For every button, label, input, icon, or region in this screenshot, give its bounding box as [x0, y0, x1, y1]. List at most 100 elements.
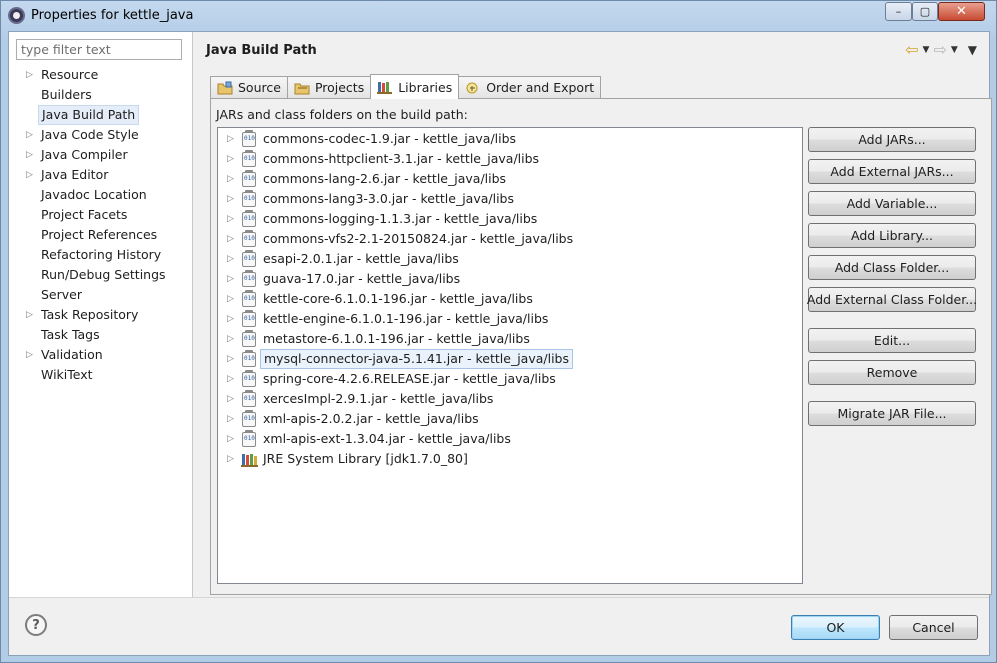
nav-tree-item[interactable]: Run/Debug Settings: [9, 265, 193, 285]
expand-arrow-icon[interactable]: ▷: [227, 349, 234, 369]
nav-tree-item[interactable]: Server: [9, 285, 193, 305]
nav-tree-item[interactable]: ▷ Resource: [9, 65, 193, 85]
title-bar[interactable]: Properties for kettle_java – ▢ ✕: [1, 1, 996, 31]
jar-icon: [242, 150, 256, 167]
expand-arrow-icon[interactable]: ▷: [26, 65, 36, 85]
tab-label: Order and Export: [486, 80, 595, 95]
view-menu-icon[interactable]: ▼: [968, 43, 977, 57]
expand-arrow-icon[interactable]: ▷: [26, 145, 36, 165]
libraries-tab-panel: JARs and class folders on the build path…: [210, 98, 992, 595]
library-item[interactable]: ▷ commons-vfs2-2.1-20150824.jar - kettle_…: [218, 229, 802, 249]
library-item[interactable]: ▷ commons-logging-1.1.3.jar - kettle_java…: [218, 209, 802, 229]
help-icon[interactable]: ?: [25, 614, 47, 636]
jar-icon: [242, 290, 256, 307]
library-item[interactable]: ▷ kettle-engine-6.1.0.1-196.jar - kettle_…: [218, 309, 802, 329]
library-item-label: commons-httpclient-3.1.jar - kettle_java…: [263, 151, 540, 166]
nav-tree-item[interactable]: ▷ Java Code Style: [9, 125, 193, 145]
jar-icon: [242, 190, 256, 207]
library-item[interactable]: ▷ commons-lang-2.6.jar - kettle_java/libs: [218, 169, 802, 189]
nav-tree-item[interactable]: WikiText: [9, 365, 193, 385]
add-variable-button[interactable]: Add Variable...: [808, 191, 976, 216]
expand-arrow-icon[interactable]: ▷: [227, 209, 234, 229]
page-title: Java Build Path: [206, 43, 317, 58]
nav-tree-item[interactable]: Project References: [9, 225, 193, 245]
expand-arrow-icon[interactable]: ▷: [227, 129, 234, 149]
ok-button[interactable]: OK: [791, 615, 880, 640]
forward-dropdown-icon[interactable]: ▼: [951, 45, 958, 55]
nav-tree-item[interactable]: Javadoc Location: [9, 185, 193, 205]
expand-arrow-icon[interactable]: ▷: [227, 269, 234, 289]
expand-arrow-icon[interactable]: ▷: [227, 189, 234, 209]
expand-arrow-icon[interactable]: ▷: [227, 389, 234, 409]
tab-source[interactable]: Source: [210, 76, 288, 98]
add-jars-button[interactable]: Add JARs...: [808, 127, 976, 152]
forward-arrow-icon[interactable]: ⇨: [933, 42, 946, 58]
tab-libraries[interactable]: Libraries: [370, 74, 460, 99]
expand-arrow-icon[interactable]: ▷: [227, 229, 234, 249]
library-item[interactable]: ▷ spring-core-4.2.6.RELEASE.jar - kettle_…: [218, 369, 802, 389]
dialog-client-area: ▷ResourceBuildersJava Build Path▷Java Co…: [8, 31, 992, 656]
migrate-jar-button[interactable]: Migrate JAR File...: [808, 401, 976, 426]
add-library-button[interactable]: Add Library...: [808, 223, 976, 248]
library-item[interactable]: ▷ kettle-core-6.1.0.1-196.jar - kettle_ja…: [218, 289, 802, 309]
back-dropdown-icon[interactable]: ▼: [923, 45, 930, 55]
library-item-label: esapi-2.0.1.jar - kettle_java/libs: [263, 251, 459, 266]
cancel-button[interactable]: Cancel: [889, 615, 978, 640]
jar-icon: [242, 130, 256, 147]
add-class-folder-button[interactable]: Add Class Folder...: [808, 255, 976, 280]
nav-tree-item[interactable]: ▷ Validation: [9, 345, 193, 365]
close-button[interactable]: ✕: [938, 2, 985, 21]
jar-icon: [242, 250, 256, 267]
filter-input[interactable]: [16, 39, 182, 60]
expand-arrow-icon[interactable]: ▷: [26, 305, 36, 325]
add-external-jars-button[interactable]: Add External JARs...: [808, 159, 976, 184]
maximize-button[interactable]: ▢: [912, 2, 938, 21]
library-item[interactable]: ▷ commons-httpclient-3.1.jar - kettle_jav…: [218, 149, 802, 169]
tab-order-and-export[interactable]: Order and Export: [458, 76, 602, 98]
add-external-class-folder-button[interactable]: Add External Class Folder...: [807, 287, 977, 312]
nav-tree-item-label: Java Build Path: [38, 105, 140, 125]
expand-arrow-icon[interactable]: ▷: [26, 165, 36, 185]
expand-arrow-icon[interactable]: ▷: [227, 369, 234, 389]
edit-button[interactable]: Edit...: [808, 328, 976, 353]
minimize-button[interactable]: –: [885, 2, 912, 21]
libraries-list[interactable]: ▷ commons-codec-1.9.jar - kettle_java/lib…: [217, 127, 803, 584]
nav-tree-item[interactable]: ▷ Task Repository: [9, 305, 193, 325]
expand-arrow-icon[interactable]: ▷: [227, 149, 234, 169]
library-item[interactable]: ▷ xml-apis-ext-1.3.04.jar - kettle_java/l…: [218, 429, 802, 449]
library-item[interactable]: ▷ metastore-6.1.0.1-196.jar - kettle_java…: [218, 329, 802, 349]
library-item[interactable]: ▷ mysql-connector-java-5.1.41.jar - kettl…: [218, 349, 802, 369]
back-arrow-icon[interactable]: ⇦: [905, 42, 918, 58]
expand-arrow-icon[interactable]: ▷: [227, 449, 234, 469]
expand-arrow-icon[interactable]: ▷: [227, 409, 234, 429]
nav-tree-item[interactable]: ▷ Java Editor: [9, 165, 193, 185]
nav-tree-item[interactable]: Builders: [9, 85, 193, 105]
expand-arrow-icon[interactable]: ▷: [227, 169, 234, 189]
build-path-tabs: Source Projects Libraries Order and Export: [210, 74, 602, 99]
nav-tree-item[interactable]: ▷ Java Compiler: [9, 145, 193, 165]
expand-arrow-icon[interactable]: ▷: [26, 125, 36, 145]
expand-arrow-icon[interactable]: ▷: [227, 429, 234, 449]
library-item[interactable]: ▷ xercesImpl-2.9.1.jar - kettle_java/libs: [218, 389, 802, 409]
order-export-icon: [465, 81, 481, 95]
nav-tree-item[interactable]: Project Facets: [9, 205, 193, 225]
nav-tree-item[interactable]: Task Tags: [9, 325, 193, 345]
maximize-icon: ▢: [919, 5, 931, 18]
library-item[interactable]: ▷ commons-lang3-3.0.jar - kettle_java/lib…: [218, 189, 802, 209]
expand-arrow-icon[interactable]: ▷: [227, 309, 234, 329]
expand-arrow-icon[interactable]: ▷: [227, 249, 234, 269]
expand-arrow-icon[interactable]: ▷: [227, 289, 234, 309]
remove-button[interactable]: Remove: [808, 360, 976, 385]
eclipse-app-icon: [8, 7, 25, 24]
library-item[interactable]: ▷ commons-codec-1.9.jar - kettle_java/lib…: [218, 129, 802, 149]
expand-arrow-icon[interactable]: ▷: [227, 329, 234, 349]
nav-tree-item[interactable]: Java Build Path: [9, 105, 193, 125]
nav-tree-item[interactable]: Refactoring History: [9, 245, 193, 265]
library-item[interactable]: ▷ guava-17.0.jar - kettle_java/libs: [218, 269, 802, 289]
source-folder-icon: [217, 81, 233, 95]
library-item[interactable]: ▷ JRE System Library [jdk1.7.0_80]: [218, 449, 802, 469]
tab-projects[interactable]: Projects: [286, 76, 372, 98]
library-item[interactable]: ▷ xml-apis-2.0.2.jar - kettle_java/libs: [218, 409, 802, 429]
library-item[interactable]: ▷ esapi-2.0.1.jar - kettle_java/libs: [218, 249, 802, 269]
expand-arrow-icon[interactable]: ▷: [26, 345, 36, 365]
